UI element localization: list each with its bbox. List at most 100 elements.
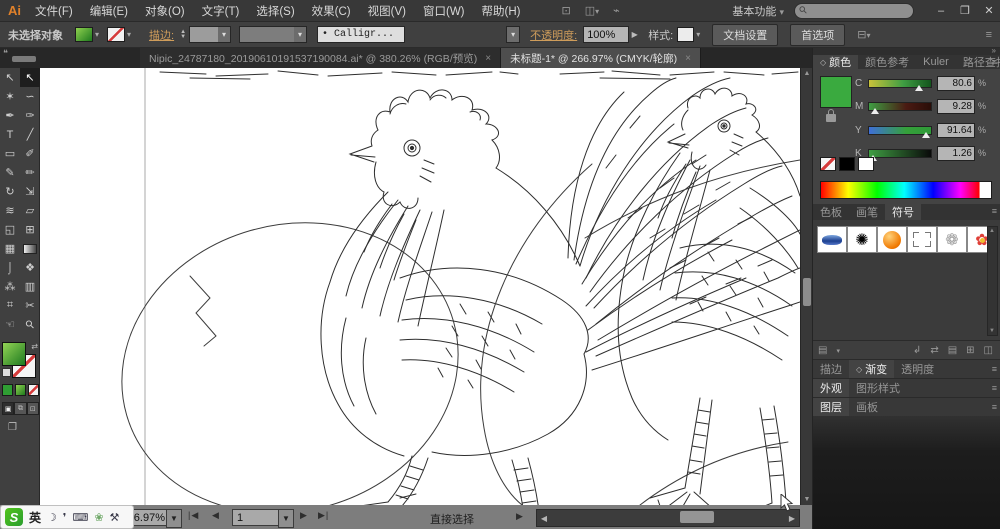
perspective-grid-tool[interactable]: ⊞ [20, 220, 40, 239]
extra-options-icon[interactable]: ⊟▾ [857, 28, 870, 41]
canvas[interactable] [40, 68, 800, 505]
pen-tool[interactable]: ✒ [0, 106, 20, 125]
scroll-left-icon[interactable]: ◀ [537, 514, 551, 523]
stroke-color-control[interactable]: ▾ [107, 27, 131, 42]
draw-normal-button[interactable]: ▣ [2, 402, 15, 415]
ime-language-toggle[interactable]: 英 [29, 509, 41, 526]
yellow-slider[interactable] [868, 125, 932, 138]
opacity-link[interactable]: 不透明度: [530, 27, 577, 43]
symbol-ink-splat[interactable]: ✺ [847, 226, 877, 253]
minimize-button[interactable]: – [930, 5, 952, 17]
menu-select[interactable]: 选择(S) [256, 3, 294, 19]
menu-effect[interactable]: 效果(C) [312, 3, 351, 19]
symbols-scrollbar[interactable]: ▲ ▼ [987, 226, 998, 336]
break-link-icon[interactable]: ⇄ [930, 345, 938, 356]
first-artboard-button[interactable]: |◀ [188, 510, 199, 521]
magenta-slider[interactable] [868, 101, 932, 114]
white-swatch[interactable] [858, 157, 874, 171]
opacity-expand-icon[interactable]: ▶ [629, 26, 640, 43]
toolbar-grip[interactable] [12, 56, 36, 62]
slider-marker[interactable] [915, 84, 923, 91]
zoom-select-caret[interactable]: ▼ [166, 509, 182, 528]
swap-fill-stroke-icon[interactable]: ⇄ [31, 342, 38, 351]
tab-artboards[interactable]: 画板 [849, 398, 885, 416]
scroll-down-icon[interactable]: ▼ [988, 328, 996, 334]
menu-type[interactable]: 文字(T) [202, 3, 240, 19]
horizontal-scrollbar[interactable]: ◀ ▶ [536, 509, 800, 527]
tab-symbols[interactable]: 符号 [885, 204, 921, 220]
symbol-orange-orb[interactable] [877, 226, 907, 253]
panel-menu-icon[interactable]: ≡ [992, 364, 997, 374]
cyan-slider[interactable] [868, 78, 932, 91]
default-fill-stroke-icon[interactable] [2, 368, 11, 377]
restore-button[interactable]: ❐ [954, 4, 976, 17]
variable-width-select[interactable]: ▾ [239, 26, 308, 43]
pencil-tool[interactable]: ✎ [0, 163, 20, 182]
horizontal-scroll-track[interactable] [551, 510, 785, 526]
magenta-value[interactable]: 9.28 [937, 98, 975, 114]
tab-gradient[interactable]: ◇ 渐变 [849, 360, 895, 378]
menu-object[interactable]: 对象(O) [145, 3, 185, 19]
slice-tool[interactable]: ✂ [20, 296, 40, 315]
prev-artboard-button[interactable]: ◀ [212, 510, 220, 521]
tab-appearance[interactable]: 外观 [813, 379, 849, 397]
scale-tool[interactable]: ⇲ [20, 182, 40, 201]
status-expand-icon[interactable]: ▶ [516, 511, 523, 522]
workspace-select[interactable]: 基本功能 ▾ [732, 3, 784, 19]
tab-graphic-styles[interactable]: 图形样式 [849, 379, 907, 397]
ime-fullhalf-icon[interactable]: ☽ [47, 511, 57, 524]
ime-keyboard-icon[interactable]: ⌨ [72, 511, 88, 524]
type-tool[interactable]: T [0, 125, 20, 144]
tab-kuler[interactable]: Kuler [916, 55, 956, 69]
menu-file[interactable]: 文件(F) [35, 3, 73, 19]
ime-toolbox-icon[interactable]: ⚒ [110, 511, 120, 524]
close-icon[interactable]: × [685, 53, 691, 64]
mesh-tool[interactable]: ▦ [0, 239, 20, 258]
current-color-swatch[interactable] [820, 76, 852, 108]
cs-live-icon[interactable]: ⌁ [613, 4, 620, 17]
menu-window[interactable]: 窗口(W) [423, 3, 465, 19]
hand-tool[interactable]: ☜ [0, 315, 20, 334]
scroll-up-icon[interactable]: ▲ [988, 228, 996, 234]
panel-menu-icon[interactable]: ≡ [992, 206, 997, 216]
panel-menu-icon[interactable]: ≡ [992, 383, 997, 393]
last-artboard-button[interactable]: ▶| [318, 510, 329, 521]
symbol-flower-outline[interactable]: ❁ [937, 226, 967, 253]
tab-color-guide[interactable]: 颜色参考 [858, 55, 916, 69]
panel-menu-icon[interactable]: ≡ [992, 57, 997, 67]
ime-punctuation-icon[interactable]: ❜ [63, 511, 67, 524]
slider-marker[interactable] [871, 107, 879, 114]
tab-layers[interactable]: 图层 [813, 398, 849, 416]
black-swatch[interactable] [839, 157, 855, 171]
chevron-down-icon[interactable]: ▾ [696, 30, 700, 39]
fill-stroke-indicator[interactable]: ⇄ [2, 342, 38, 378]
tab-document-2[interactable]: 未标题-1* @ 266.97% (CMYK/轮廓) × [501, 48, 701, 68]
cyan-value[interactable]: 80.6 [937, 75, 975, 91]
draw-behind-button[interactable]: ⧉ [14, 402, 27, 415]
blend-tool[interactable]: ❖ [20, 258, 40, 277]
free-transform-tool[interactable]: ▱ [20, 201, 40, 220]
chevron-down-icon[interactable]: ▾ [294, 27, 307, 42]
opacity-input[interactable]: 100% [583, 26, 630, 43]
gradient-button[interactable] [15, 384, 26, 396]
color-spectrum-bar[interactable] [820, 181, 992, 199]
magic-wand-tool[interactable]: ✶ [0, 87, 20, 106]
blob-brush-tool[interactable]: ✏ [20, 163, 40, 182]
delete-symbol-icon[interactable]: ◫ [984, 345, 993, 356]
rectangle-tool[interactable]: ▭ [0, 144, 20, 163]
chevron-down-icon[interactable]: ▾ [218, 27, 231, 42]
rotate-tool[interactable]: ↻ [0, 182, 20, 201]
artboard-select-caret[interactable]: ▼ [278, 509, 294, 528]
tab-color[interactable]: ◇ 颜色 [813, 55, 859, 69]
stroke-weight-stepper[interactable]: ▲ ▼ [180, 29, 186, 40]
stroke-link[interactable]: 描边: [149, 27, 174, 43]
search-input[interactable]: ⚲ [794, 2, 914, 19]
eyedropper-tool[interactable]: ⌡ [0, 258, 20, 277]
panel-menu-icon[interactable]: ≡ [992, 402, 997, 412]
paintbrush-tool[interactable]: ✐ [20, 144, 40, 163]
symbol-options-icon[interactable]: ▤ [948, 345, 957, 356]
brush-caret[interactable]: ▾ [506, 26, 521, 43]
new-symbol-icon[interactable]: ⊞ [966, 345, 974, 356]
menu-edit[interactable]: 编辑(E) [90, 3, 128, 19]
control-bar-menu-icon[interactable]: ≡ [986, 29, 992, 41]
